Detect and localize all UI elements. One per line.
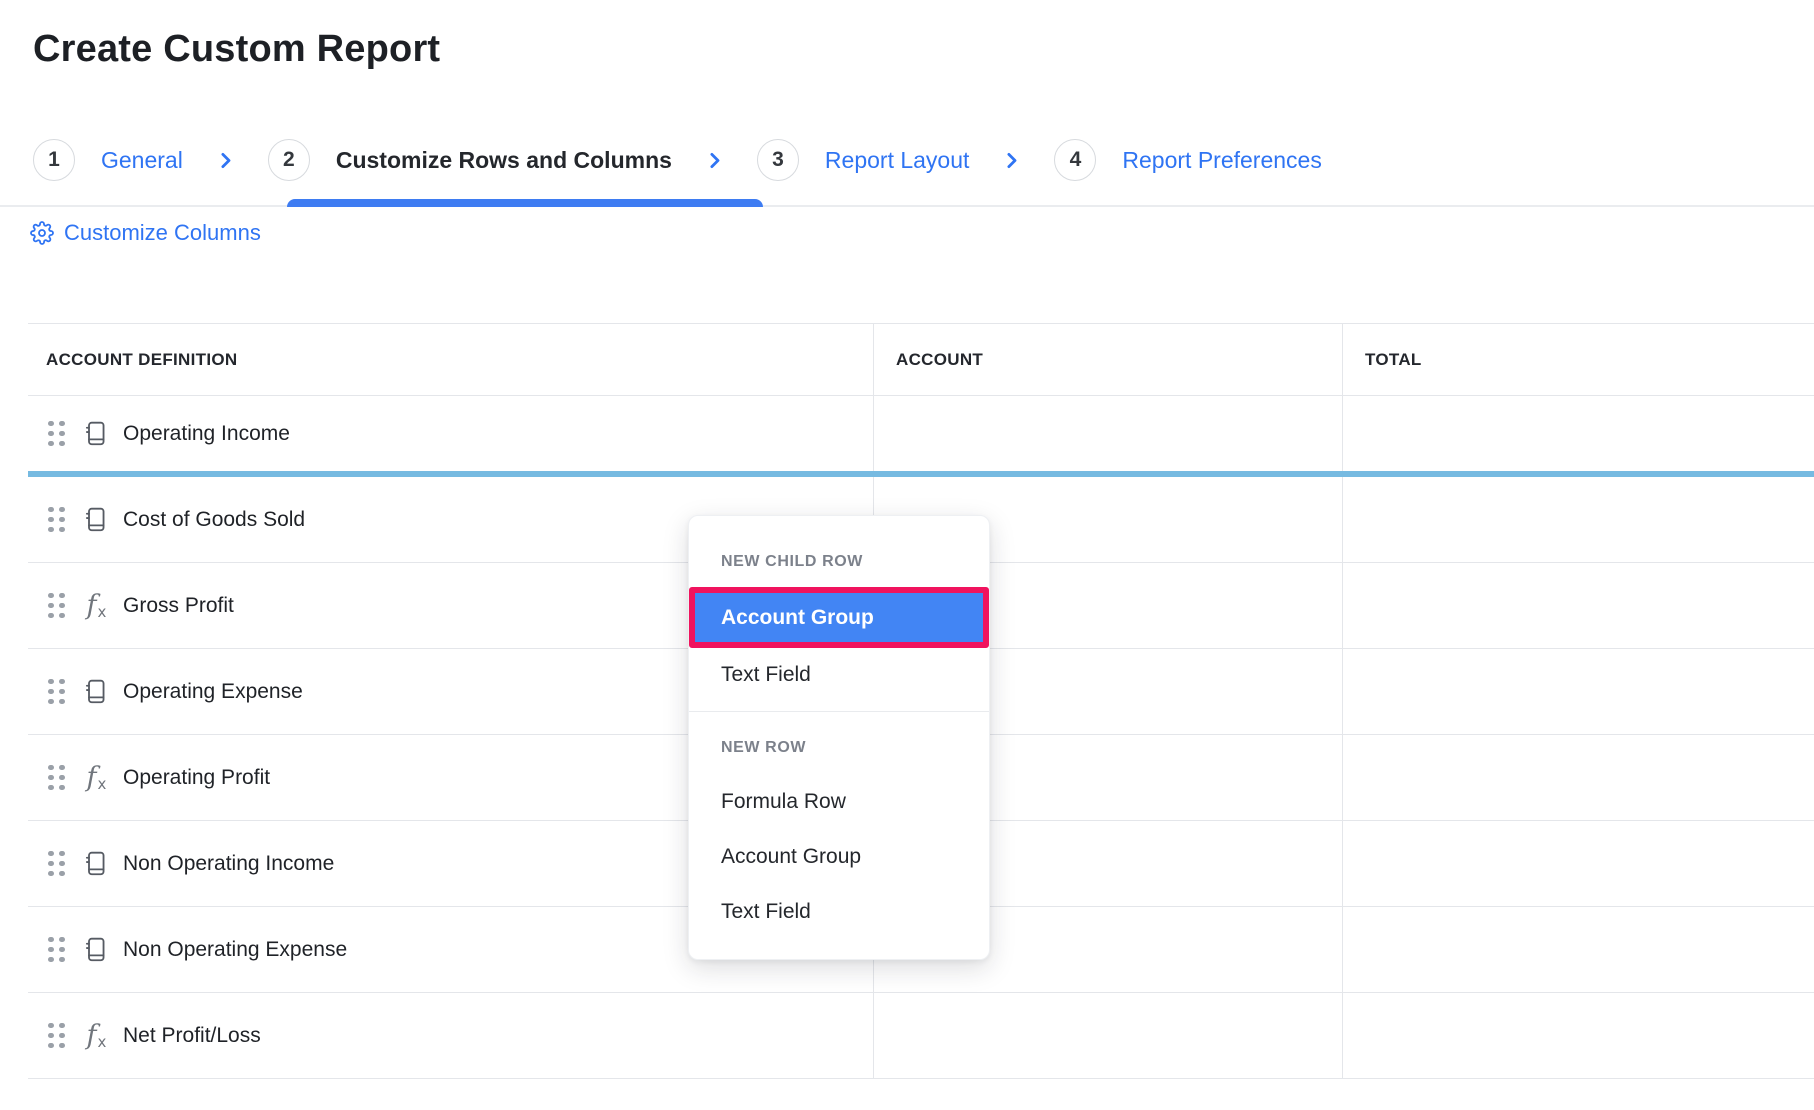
- menu-item-label: Text Field: [721, 900, 811, 924]
- menu-item-label: Text Field: [721, 663, 811, 687]
- formula-icon: fx: [82, 1020, 110, 1051]
- wizard-stepper: 1 General 2 Customize Rows and Columns 3…: [0, 122, 1814, 207]
- table-row[interactable]: fx Operating Income: [28, 396, 1814, 477]
- total-cell: [1342, 649, 1814, 734]
- menu-item-label: Account Group: [721, 845, 861, 869]
- active-step-underline: [287, 199, 763, 207]
- drag-handle-icon[interactable]: [48, 593, 65, 619]
- drag-handle-icon[interactable]: [48, 937, 65, 963]
- row-label: Operating Income: [123, 422, 290, 446]
- step-customize-rows-columns[interactable]: 2 Customize Rows and Columns: [268, 139, 672, 181]
- account-group-icon: [82, 936, 110, 964]
- formula-icon: fx: [82, 762, 110, 793]
- customize-columns-link[interactable]: Customize Columns: [30, 220, 261, 246]
- menu-item-label: Formula Row: [721, 790, 846, 814]
- account-group-icon: [82, 678, 110, 706]
- table-header-row: ACCOUNT DEFINITION ACCOUNT TOTAL: [28, 324, 1814, 396]
- step-label: Report Preferences: [1122, 147, 1321, 174]
- customize-columns-label: Customize Columns: [64, 220, 261, 246]
- drag-handle-icon[interactable]: [48, 421, 65, 447]
- step-number-badge: 2: [268, 139, 310, 181]
- menu-section-header: NEW CHILD ROW: [689, 550, 989, 574]
- row-label: Cost of Goods Sold: [123, 508, 305, 532]
- step-report-layout[interactable]: 3 Report Layout: [757, 139, 969, 181]
- new-row-context-menu: NEW CHILD ROW Account Group Text Field N…: [688, 515, 990, 960]
- column-header-account: ACCOUNT: [873, 324, 1342, 395]
- drag-handle-icon[interactable]: [48, 851, 65, 877]
- total-cell: [1342, 821, 1814, 906]
- row-label: Gross Profit: [123, 594, 234, 618]
- drag-handle-icon[interactable]: [48, 679, 65, 705]
- step-general[interactable]: 1 General: [33, 139, 183, 181]
- menu-item-text-field-child[interactable]: Text Field: [689, 648, 989, 702]
- account-group-icon: [82, 420, 110, 448]
- total-cell: [1342, 396, 1814, 471]
- row-label: Operating Expense: [123, 680, 303, 704]
- account-group-icon: [82, 850, 110, 878]
- row-label: Operating Profit: [123, 766, 270, 790]
- menu-item-text-field[interactable]: Text Field: [689, 884, 989, 939]
- menu-item-account-group-child[interactable]: Account Group: [689, 587, 989, 648]
- column-header-account-definition: ACCOUNT DEFINITION: [28, 324, 873, 395]
- drag-handle-icon[interactable]: [48, 507, 65, 533]
- chevron-right-icon: [215, 150, 236, 171]
- account-cell: [873, 993, 1342, 1078]
- create-custom-report-page: Create Custom Report 1 General 2 Customi…: [0, 0, 1814, 1110]
- page-title: Create Custom Report: [33, 28, 440, 71]
- menu-divider: [689, 711, 989, 712]
- step-report-preferences[interactable]: 4 Report Preferences: [1054, 139, 1321, 181]
- step-label: Report Layout: [825, 147, 969, 174]
- gear-icon: [30, 221, 54, 245]
- step-number-badge: 3: [757, 139, 799, 181]
- table-row[interactable]: fx Net Profit/Loss: [28, 993, 1814, 1079]
- total-cell: [1342, 477, 1814, 562]
- step-label: Customize Rows and Columns: [336, 147, 672, 174]
- drag-handle-icon[interactable]: [48, 1023, 65, 1049]
- total-cell: [1342, 735, 1814, 820]
- step-label: General: [101, 147, 183, 174]
- step-number-badge: 1: [33, 139, 75, 181]
- column-header-total: TOTAL: [1342, 324, 1814, 395]
- menu-section-header: NEW ROW: [689, 736, 989, 760]
- menu-item-formula-row[interactable]: Formula Row: [689, 774, 989, 829]
- total-cell: [1342, 993, 1814, 1078]
- formula-icon: fx: [82, 590, 110, 621]
- chevron-right-icon: [1001, 150, 1022, 171]
- menu-item-account-group[interactable]: Account Group: [689, 829, 989, 884]
- total-cell: [1342, 563, 1814, 648]
- account-cell: [873, 396, 1342, 471]
- total-cell: [1342, 907, 1814, 992]
- row-label: Non Operating Expense: [123, 938, 347, 962]
- menu-item-label: Account Group: [721, 606, 874, 630]
- account-group-icon: [82, 506, 110, 534]
- row-label: Net Profit/Loss: [123, 1024, 261, 1048]
- drag-handle-icon[interactable]: [48, 765, 65, 791]
- step-number-badge: 4: [1054, 139, 1096, 181]
- chevron-right-icon: [704, 150, 725, 171]
- row-label: Non Operating Income: [123, 852, 334, 876]
